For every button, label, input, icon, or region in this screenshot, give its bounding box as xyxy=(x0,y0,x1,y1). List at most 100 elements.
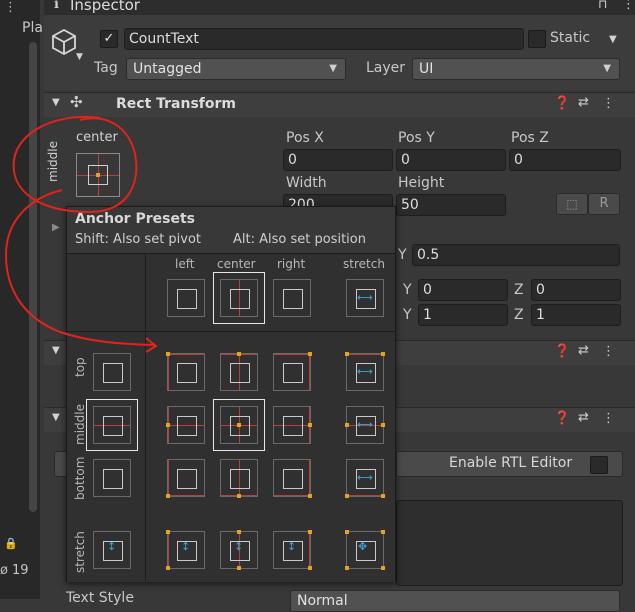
stretch-arrow-icon: ⟷ xyxy=(357,471,373,484)
pivot-y-field[interactable]: 0.5 xyxy=(412,244,620,266)
preset-bottom[interactable] xyxy=(93,459,131,497)
component-menu-icon[interactable]: ⋮ xyxy=(602,96,615,111)
preset-top-center[interactable] xyxy=(220,352,258,391)
preset-stretch-left[interactable]: ↕ xyxy=(166,530,205,570)
preset-stretch-stretch[interactable]: ✥ xyxy=(345,530,385,570)
anchor-preset-button[interactable] xyxy=(76,153,120,197)
popup-hint-alt: Alt: Also set position xyxy=(233,232,366,247)
static-checkbox[interactable] xyxy=(528,30,546,48)
rotation-z-field[interactable]: 0 xyxy=(531,279,621,301)
lock-tab-icon[interactable]: ⊓ xyxy=(598,0,607,11)
preset-bottom-stretch[interactable]: ⟷ xyxy=(345,459,385,498)
component-menu-icon-3[interactable]: ⋮ xyxy=(602,411,615,426)
text-style-value: Normal xyxy=(297,593,348,609)
preset-middle[interactable] xyxy=(93,406,131,444)
popup-hint-shift: Shift: Also set pivot xyxy=(75,232,202,247)
preset-right[interactable] xyxy=(273,279,311,317)
preset-left[interactable] xyxy=(167,279,205,317)
left-panel-tab[interactable]: Pla xyxy=(22,20,43,36)
height-label: Height xyxy=(398,175,445,191)
active-checkbox[interactable]: ✓ xyxy=(100,30,118,48)
preset-stretch-center[interactable]: ↕ xyxy=(220,530,258,570)
pos-y-field[interactable]: 0 xyxy=(396,149,506,171)
left-menu-icon[interactable]: ⋮ xyxy=(4,0,17,15)
preset-rect xyxy=(283,363,303,383)
preset-middle-center[interactable] xyxy=(220,406,258,444)
preset-rect xyxy=(177,469,197,489)
pos-x-field[interactable]: 0 xyxy=(283,149,393,171)
preset-top[interactable] xyxy=(93,353,131,391)
popup-divider-v xyxy=(145,253,146,581)
height-field[interactable]: 50 xyxy=(396,194,506,216)
popup-divider-h xyxy=(67,331,395,332)
left-count: 19 xyxy=(12,563,29,578)
preset-rect xyxy=(283,289,303,309)
preset-middle-stretch[interactable]: ⟷ xyxy=(345,406,385,444)
presets-icon[interactable]: ⇄ xyxy=(578,95,589,110)
presets-icon-2[interactable]: ⇄ xyxy=(578,343,589,358)
preset-bottom-left[interactable] xyxy=(166,459,205,498)
blueprint-button[interactable]: ⬚ xyxy=(556,193,588,215)
preset-rect xyxy=(103,416,123,436)
preset-rect xyxy=(230,469,250,489)
rtl-checkbox[interactable] xyxy=(590,456,608,474)
preset-rect xyxy=(283,469,303,489)
presets-icon-3[interactable]: ⇄ xyxy=(578,410,589,425)
raw-edit-button[interactable]: R xyxy=(588,193,620,215)
preset-top-right[interactable] xyxy=(273,352,312,391)
text-style-dropdown[interactable]: Normal xyxy=(290,590,620,612)
left-scrollbar[interactable] xyxy=(29,42,37,512)
preset-stretch-h[interactable]: ⟷ xyxy=(346,279,384,317)
preset-center[interactable] xyxy=(220,279,258,317)
preset-top-left[interactable] xyxy=(166,352,205,391)
foldout-icon[interactable]: ▼ xyxy=(52,97,60,108)
preset-rect xyxy=(103,363,123,383)
pos-y-label: Pos Y xyxy=(398,130,435,146)
tab-menu-icon[interactable]: ⋮ xyxy=(622,0,635,12)
text-area[interactable] xyxy=(396,500,623,586)
component-menu-icon-2[interactable]: ⋮ xyxy=(602,344,615,359)
inspector-tab[interactable]: ℹ Inspector ⊓ ⋮ xyxy=(44,0,635,15)
preset-top-stretch[interactable]: ⟷ xyxy=(345,352,385,391)
layer-arrow-icon: ▼ xyxy=(603,63,611,74)
pivot-y-label: Y xyxy=(398,247,407,263)
rotation-y-field[interactable]: 0 xyxy=(418,279,508,301)
rotation-y-label: Y xyxy=(403,282,412,298)
name-field[interactable]: CountText xyxy=(124,28,524,50)
scale-z-field[interactable]: 1 xyxy=(531,304,621,326)
lock-icon[interactable]: 🔒 xyxy=(4,537,18,550)
foldout-arrow-icon[interactable]: ▶ xyxy=(52,222,60,233)
preset-rect xyxy=(177,416,197,436)
scale-y-label: Y xyxy=(403,307,412,323)
preset-bottom-center[interactable] xyxy=(220,459,258,498)
preset-middle-right[interactable] xyxy=(273,406,312,444)
foldout-icon-2[interactable]: ▼ xyxy=(52,345,60,356)
rect-transform-title: Rect Transform xyxy=(116,96,237,112)
row-label-top: top xyxy=(73,357,87,377)
static-dropdown-icon[interactable]: ▼ xyxy=(609,34,617,45)
stretch-arrow-icon: ↕ xyxy=(181,540,191,553)
preset-bottom-right[interactable] xyxy=(273,459,312,498)
col-label-right: right xyxy=(277,257,306,271)
stretch-arrow-icon: ⟷ xyxy=(357,365,373,378)
help-icon[interactable]: ❓ xyxy=(554,96,570,111)
visibility-icon[interactable]: ø xyxy=(0,563,8,578)
scale-y-field[interactable]: 1 xyxy=(418,304,508,326)
foldout-icon-3[interactable]: ▼ xyxy=(52,412,60,423)
cube-icon xyxy=(52,28,76,56)
tag-dropdown[interactable]: Untagged ▼ xyxy=(126,58,346,80)
rtl-editor-label: Enable RTL Editor xyxy=(449,455,573,471)
preset-middle-left[interactable] xyxy=(166,406,205,444)
anchor-presets-popup: Anchor Presets Shift: Also set pivot Alt… xyxy=(66,206,396,582)
layer-dropdown[interactable]: UI ▼ xyxy=(412,58,620,80)
preset-stretch-v[interactable]: ↕ xyxy=(93,531,131,569)
pos-z-field[interactable]: 0 xyxy=(509,149,621,171)
rect-transform-header[interactable]: ▼ ✣ Rect Transform ❓ ⇄ ⋮ xyxy=(44,92,635,117)
help-icon-3[interactable]: ❓ xyxy=(554,411,570,426)
stretch-arrow-icon: ↕ xyxy=(107,540,117,553)
preset-stretch-right[interactable]: ↕ xyxy=(273,530,312,570)
help-icon-2[interactable]: ❓ xyxy=(554,344,570,359)
cube-dropdown-icon[interactable]: ▼ xyxy=(76,52,83,62)
preset-rect xyxy=(230,363,250,383)
rtl-editor-bar[interactable]: Enable RTL Editor xyxy=(396,451,623,477)
